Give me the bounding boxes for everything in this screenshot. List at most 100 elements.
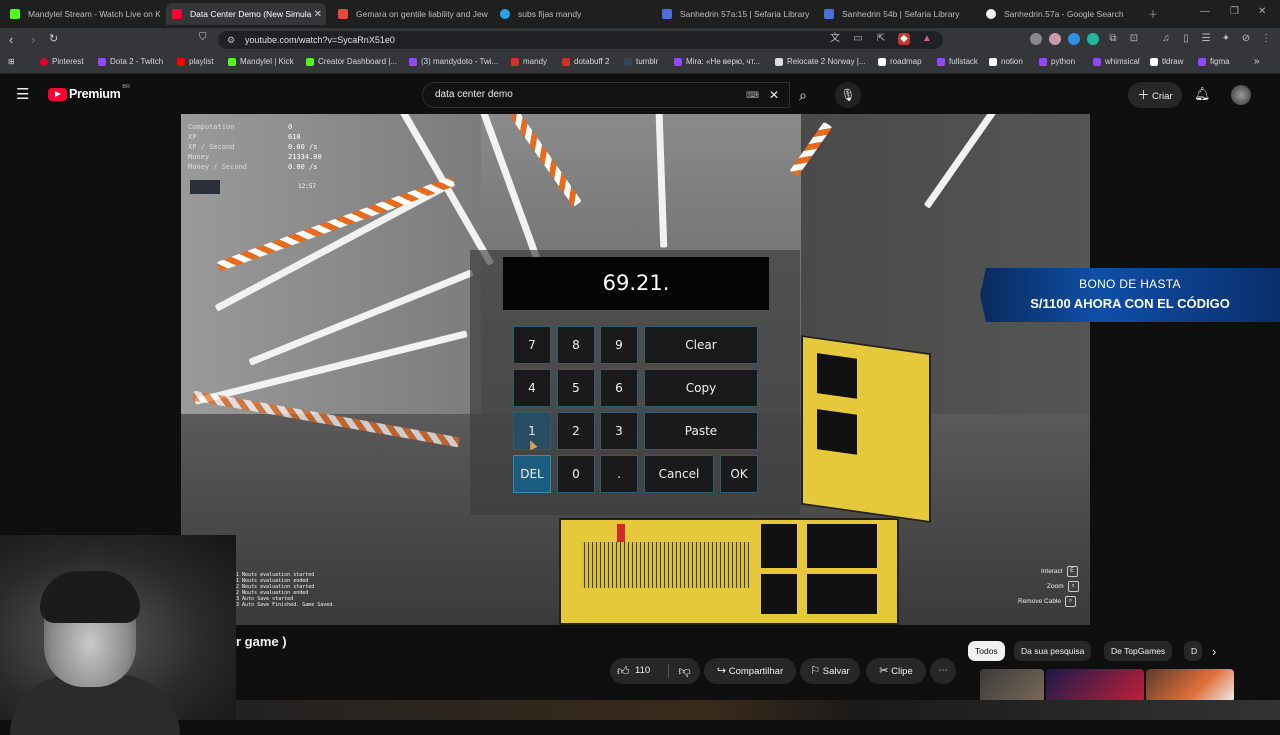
bookmark-pinterest[interactable]: Pinterest [40, 57, 84, 66]
key-6[interactable]: 6 [600, 369, 638, 407]
more-bookmarks-icon[interactable]: » [1254, 56, 1260, 67]
screenshot-icon[interactable]: ⊡ [1128, 33, 1140, 45]
close-tab-icon[interactable]: ✕ [314, 9, 322, 20]
key-8[interactable]: 8 [557, 326, 595, 364]
bookmark-mandydoto[interactable]: (3) mandydoto - Twi... [409, 57, 498, 66]
extension-icon[interactable] [1087, 33, 1099, 45]
save-button[interactable]: ⚐ Salvar [800, 658, 860, 684]
save-bookmark-icon: ⚐ [810, 665, 821, 677]
hud-value: 21334.00 [288, 153, 322, 161]
more-actions-button[interactable]: ⋯ [930, 658, 956, 684]
dislike-button[interactable]: 👎︎ [669, 658, 700, 684]
ai-icon[interactable]: ✦ [1220, 33, 1232, 45]
tab-subs[interactable]: subs fijas mandy [494, 3, 650, 25]
tab-gemara[interactable]: Gemara on gentile liability and Jewi [332, 3, 488, 25]
site-info-icon[interactable]: ⚙ [227, 31, 235, 49]
tab-sefaria-54b[interactable]: Sanhedrin 54b | Sefaria Library [818, 3, 974, 25]
notifications-icon[interactable]: 🔔︎ [1194, 86, 1211, 102]
paste-button[interactable]: Paste [644, 412, 758, 450]
avatar[interactable] [1231, 85, 1251, 105]
vpn-icon[interactable]: ⊘ [1240, 33, 1252, 45]
bookmark-relocate[interactable]: Relocate 2 Norway |... [775, 57, 866, 66]
bookmark-mira[interactable]: Mira: «Не верю, чт... [674, 57, 760, 66]
key-decimal-point[interactable]: . [600, 455, 638, 493]
sidebar-icon[interactable]: ▯ [1180, 33, 1192, 45]
share-button[interactable]: ↪ Compartilhar [704, 658, 796, 684]
clear-search-icon[interactable]: ✕ [769, 83, 779, 107]
clear-button[interactable]: Clear [644, 326, 758, 364]
cast-icon[interactable]: ▭ [852, 33, 864, 45]
ok-button[interactable]: OK [720, 455, 758, 493]
tab-google-search[interactable]: Sanhedrin.57a - Google Search [980, 3, 1136, 25]
media-icon[interactable]: ♫ [1160, 33, 1172, 45]
maximize-icon[interactable]: ❐ [1230, 6, 1239, 17]
back-icon[interactable]: ‹ [9, 32, 13, 47]
bookmark-label: Relocate 2 Norway |... [787, 57, 866, 66]
brave-shield-icon[interactable]: ◆ [898, 33, 910, 45]
chip-truncated[interactable]: D [1184, 641, 1202, 661]
minimize-icon[interactable]: — [1200, 6, 1210, 17]
bookmark-kick[interactable]: Mandylel | Kick [228, 57, 294, 66]
forward-icon[interactable]: › [31, 32, 35, 47]
bookmark-mandy[interactable]: mandy [511, 57, 547, 66]
chip-from-your-search[interactable]: Da sua pesquisa [1014, 641, 1092, 661]
key-7[interactable]: 7 [513, 326, 551, 364]
status-light [617, 524, 625, 542]
youtube-logo[interactable]: Premium BR [48, 84, 130, 101]
clip-button[interactable]: ✂ Clipe [866, 658, 926, 684]
key-0[interactable]: 0 [557, 455, 595, 493]
share-icon[interactable]: ⇱ [875, 33, 887, 45]
bookmark-creator-dashboard[interactable]: Creator Dashboard |... [306, 57, 397, 66]
translate-icon[interactable]: 文 [829, 33, 841, 45]
reload-icon[interactable]: ↻ [49, 32, 58, 45]
like-button[interactable]: 👍︎ 110 [610, 658, 668, 684]
tab-kick-stream[interactable]: Mandylel Stream - Watch Live on Ki [4, 3, 160, 25]
menu-icon[interactable]: ⋮ [1260, 33, 1272, 45]
tab-sefaria-57a[interactable]: Sanhedrin 57a:15 | Sefaria Library [656, 3, 812, 25]
keyboard-icon[interactable]: ⌨ [746, 83, 759, 107]
bookmark-tumblr[interactable]: tumblr [624, 57, 658, 66]
search-input[interactable]: data center demo ⌨ ✕ [422, 82, 790, 108]
bookmark-figma[interactable]: figma [1198, 57, 1230, 66]
copy-button[interactable]: Copy [644, 369, 758, 407]
reading-list-icon[interactable]: ☰ [1200, 33, 1212, 45]
extensions-puzzle-icon[interactable]: ⧉ [1107, 33, 1119, 45]
delete-button[interactable]: DEL [513, 455, 551, 493]
rewards-icon[interactable]: ▲ [921, 33, 933, 45]
extension-icon[interactable] [1068, 33, 1080, 45]
extension-icon[interactable] [1049, 33, 1061, 45]
key-9[interactable]: 9 [600, 326, 638, 364]
related-video-thumbnail[interactable] [980, 669, 1044, 702]
chips-next-icon[interactable]: › [1212, 644, 1216, 659]
bookmark-playlist[interactable]: playlist [177, 57, 213, 66]
bookmark-notion[interactable]: notion [989, 57, 1023, 66]
chip-from-topgames[interactable]: De TopGames [1104, 641, 1173, 661]
telegram-icon [500, 9, 510, 19]
close-window-icon[interactable]: ✕ [1258, 6, 1266, 17]
apps-icon[interactable]: ⊞ [8, 57, 15, 66]
bookmark-whimsical[interactable]: whimsical [1093, 57, 1140, 66]
new-tab-icon[interactable]: ＋ [1148, 6, 1158, 21]
key-4[interactable]: 4 [513, 369, 551, 407]
bookmark-dotabuff[interactable]: dotabuff 2 [562, 57, 609, 66]
key-5[interactable]: 5 [557, 369, 595, 407]
bookmark-icon[interactable]: ⛉ [199, 32, 207, 43]
tab-data-center-demo[interactable]: Data Center Demo (New Simula ✕ [166, 3, 326, 25]
related-video-thumbnail[interactable] [1046, 669, 1144, 702]
extension-icon[interactable] [1030, 33, 1042, 45]
chip-todos[interactable]: Todos [968, 641, 1005, 661]
bookmark-fullstack[interactable]: fullstack [937, 57, 978, 66]
bookmark-roadmap[interactable]: roadmap [878, 57, 922, 66]
ad-banner[interactable]: BONO DE HASTA S/1100 AHORA CON EL CÓDIGO [980, 268, 1280, 322]
hamburger-menu-icon[interactable]: ☰ [16, 85, 29, 103]
related-video-thumbnail[interactable] [1146, 669, 1234, 702]
voice-search-button[interactable]: 🎙 [835, 82, 861, 108]
key-2[interactable]: 2 [557, 412, 595, 450]
key-3[interactable]: 3 [600, 412, 638, 450]
bookmark-python[interactable]: python [1039, 57, 1075, 66]
cancel-button[interactable]: Cancel [644, 455, 714, 493]
bookmark-tldraw[interactable]: tldraw [1150, 57, 1183, 66]
create-button[interactable]: ＋ Criar [1128, 82, 1182, 108]
search-button[interactable]: ⌕ [788, 82, 818, 108]
bookmark-dota-twitch[interactable]: Dota 2 - Twitch [98, 57, 163, 66]
